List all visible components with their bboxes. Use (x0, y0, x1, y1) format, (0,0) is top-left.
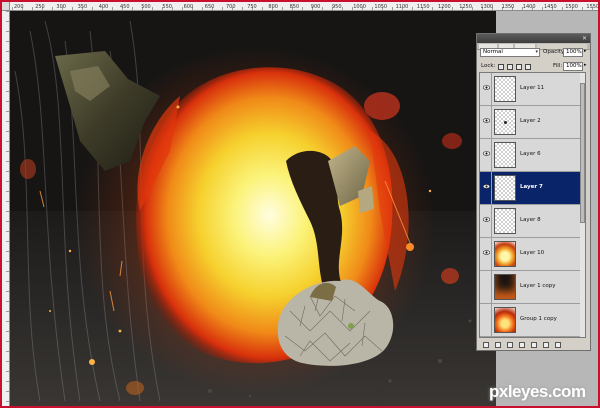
layer-name[interactable]: Layer 8 (520, 217, 541, 224)
panel-titlebar[interactable]: ✕ (477, 34, 590, 43)
ruler-tick-label: 700 (226, 4, 236, 10)
fill-field[interactable]: 100% (563, 62, 583, 71)
panel-close-icon[interactable]: ✕ (582, 36, 587, 42)
ruler-tick-label: 1300 (480, 4, 494, 10)
ruler-tick-label: 450 (120, 4, 130, 10)
layer-name[interactable]: Group 1 copy (520, 316, 557, 323)
new-group-icon[interactable] (531, 342, 537, 348)
layer-visibility-toggle[interactable] (480, 172, 492, 205)
layer-thumbnail[interactable] (494, 274, 516, 300)
ruler-tick-label: 1100 (395, 4, 409, 10)
layer-visibility-toggle[interactable] (480, 106, 492, 139)
fire-explosion-artwork (10, 11, 496, 406)
layer-thumbnail[interactable] (494, 241, 516, 267)
link-layers-icon[interactable] (483, 342, 489, 348)
eye-icon (483, 184, 490, 189)
ruler-tick-label: 350 (77, 4, 88, 10)
eye-icon (483, 250, 490, 255)
ruler-tick-label: 1250 (459, 4, 472, 10)
lock-label: Lock: (481, 63, 496, 69)
layer-row[interactable]: Layer 10 (480, 238, 580, 271)
document-canvas[interactable] (10, 11, 496, 406)
layer-visibility-toggle[interactable] (480, 73, 492, 106)
opacity-field[interactable]: 100% (563, 48, 583, 57)
layer-row[interactable]: Layer 7 (480, 172, 580, 205)
chevron-down-icon: ▾ (535, 49, 538, 55)
ruler-tick-label: 900 (310, 4, 321, 10)
layer-style-icon[interactable] (495, 342, 501, 348)
eye-icon (483, 151, 490, 156)
layer-thumbnail[interactable] (494, 142, 516, 168)
layer-visibility-toggle[interactable] (480, 139, 492, 172)
lock-all-icon[interactable] (525, 64, 531, 70)
ruler-tick-label: 1550 (586, 4, 600, 10)
ruler-tick-label: 950 (332, 4, 342, 10)
ruler-tick-label: 500 (141, 4, 151, 10)
eye-icon (483, 118, 490, 123)
layer-visibility-toggle[interactable] (480, 304, 492, 337)
ruler-origin[interactable] (2, 2, 10, 11)
ruler-tick-label: 550 (162, 4, 172, 10)
layer-thumbnail[interactable] (494, 76, 516, 102)
layer-thumbnail[interactable] (494, 175, 516, 201)
layers-panel: ✕ Normal ▾ Opacity: 100% ▸ Lock: Fill: 1… (476, 33, 591, 351)
layer-name[interactable]: Layer 11 (520, 85, 544, 92)
layer-name[interactable]: Layer 10 (520, 250, 544, 257)
layer-row[interactable]: Layer 11 (480, 73, 580, 106)
layer-row[interactable]: Layer 8 (480, 205, 580, 238)
eye-icon (483, 85, 490, 90)
layer-thumbnail[interactable] (494, 208, 516, 234)
layer-visibility-toggle[interactable] (480, 205, 492, 238)
layer-row[interactable]: Layer 6 (480, 139, 580, 172)
layer-name[interactable]: Layer 7 (520, 184, 543, 191)
lock-transparent-pixels-icon[interactable] (498, 64, 504, 70)
ruler-tick-label: 1350 (501, 4, 515, 10)
ruler-tick-label: 1150 (416, 4, 430, 10)
adjustment-layer-icon[interactable] (519, 342, 525, 348)
lock-position-icon[interactable] (516, 64, 522, 70)
ruler-tick-label: 1500 (565, 4, 578, 10)
ruler-tick-label: 1400 (522, 4, 536, 10)
ruler-tick-label: 1200 (438, 4, 451, 10)
layer-thumbnail[interactable] (494, 109, 516, 135)
vertical-ruler[interactable] (2, 11, 10, 406)
layer-name[interactable]: Layer 1 copy (520, 283, 555, 290)
ruler-tick-label: 250 (35, 4, 45, 10)
ruler-tick-label: 650 (204, 4, 215, 10)
ruler-tick-label: 1050 (374, 4, 388, 10)
ruler-tick-label: 1000 (353, 4, 366, 10)
scrollbar-thumb[interactable] (580, 83, 585, 223)
ruler-tick-label: 1450 (544, 4, 557, 10)
layer-name[interactable]: Layer 2 (520, 118, 541, 125)
eye-icon (483, 217, 490, 222)
ruler-tick-label: 400 (98, 4, 109, 10)
layer-visibility-toggle[interactable] (480, 238, 492, 271)
opacity-arrow-icon[interactable]: ▸ (584, 48, 587, 55)
layer-row[interactable]: Layer 2 (480, 106, 580, 139)
layer-row[interactable]: Group 1 copy (480, 304, 580, 337)
ruler-tick-label: 750 (247, 4, 257, 10)
ruler-tick-label: 300 (56, 4, 66, 10)
layer-visibility-toggle[interactable] (480, 271, 492, 304)
horizontal-ruler[interactable]: 200 250 300 350 400 450 500 550 600 650 700 750 800 8… (2, 2, 600, 11)
fill-label: Fill: (553, 63, 563, 69)
delete-layer-icon[interactable] (555, 342, 561, 348)
panel-footer (477, 340, 590, 350)
layer-name[interactable]: Layer 6 (520, 151, 541, 158)
blend-mode-select[interactable]: Normal ▾ (480, 48, 540, 57)
layers-list: Layer 11 Layer 2 Layer 6 Layer 7 Layer 8 Laye… (479, 72, 586, 338)
ruler-tick-label: 850 (289, 4, 300, 10)
watermark-logo: pxleyes.com (489, 382, 586, 401)
ruler-tick-label: 800 (268, 4, 278, 10)
layer-thumbnail[interactable] (494, 307, 516, 333)
new-layer-icon[interactable] (543, 342, 549, 348)
layer-mask-icon[interactable] (507, 342, 513, 348)
ruler-tick-label: 600 (183, 4, 194, 10)
ruler-tick-label: 200 (14, 4, 24, 10)
lock-image-pixels-icon[interactable] (507, 64, 513, 70)
fill-arrow-icon[interactable]: ▸ (584, 62, 587, 69)
layer-row[interactable]: Layer 1 copy (480, 271, 580, 304)
